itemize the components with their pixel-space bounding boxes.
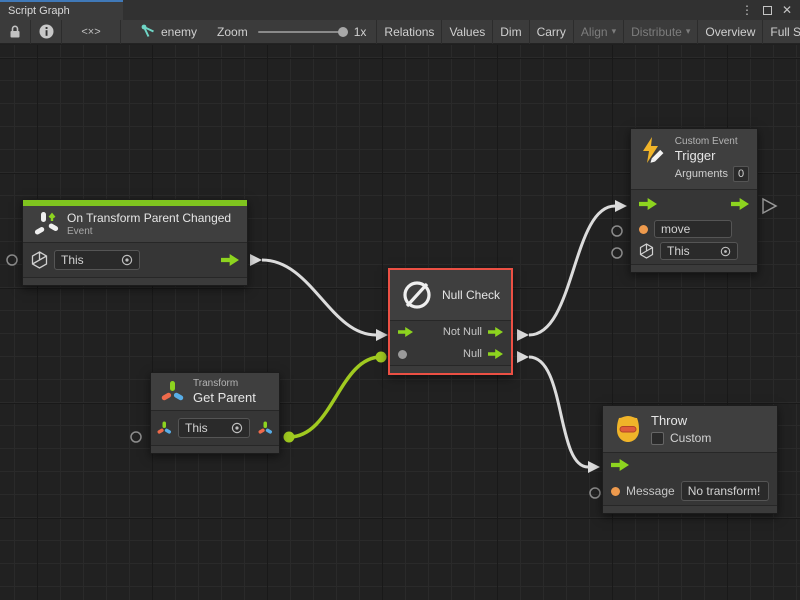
wire-getparent-to-nullcheck[interactable] (284, 352, 387, 443)
message-label: Message (626, 484, 675, 498)
kebab-menu-icon[interactable]: ⋮ (741, 3, 753, 17)
node-category: Transform (193, 378, 256, 389)
node-footer (390, 365, 511, 373)
node-title: Get Parent (193, 390, 256, 405)
node-header: Throw Custom (603, 406, 777, 453)
control-output-port[interactable] (221, 254, 239, 266)
wire-notnull-to-trigger[interactable] (517, 200, 627, 341)
control-output-port-not-null[interactable] (488, 327, 503, 337)
node-get-parent[interactable]: Transform Get Parent This (150, 372, 280, 454)
graph-canvas[interactable]: On Transform Parent Changed Event This (0, 45, 800, 600)
close-icon[interactable]: ✕ (782, 3, 792, 17)
unity-visual-scripting-window: Script Graph ⋮ ✕ <×> (0, 0, 800, 600)
dim-button[interactable]: Dim (493, 20, 528, 44)
object-picker-icon[interactable] (121, 254, 133, 266)
transform-output-port-icon[interactable] (258, 421, 273, 436)
maximize-icon[interactable] (763, 6, 772, 15)
object-picker-icon[interactable] (231, 422, 243, 434)
node-subtitle: Event (67, 226, 231, 237)
node-title: Null Check (442, 288, 500, 302)
arguments-label: Arguments (675, 168, 728, 180)
throw-error-icon (613, 414, 643, 444)
wire-event-to-nullcheck[interactable] (250, 254, 388, 341)
gameobject-cube-icon (31, 251, 48, 269)
node-on-transform-parent-changed[interactable]: On Transform Parent Changed Event This (22, 199, 248, 286)
control-output-port[interactable] (731, 198, 749, 210)
distribute-dropdown[interactable]: Distribute (624, 20, 697, 44)
fullscreen-button[interactable]: Full Screen (763, 20, 800, 44)
string-input-port[interactable] (611, 487, 620, 496)
node-header: Null Check (390, 270, 511, 321)
graph-toolbar: <×> enemy Zoom 1x Relations Values Dim C… (0, 20, 800, 44)
tab-title: Script Graph (8, 5, 70, 17)
node-category: Custom Event (675, 136, 749, 147)
zoom-slider[interactable] (258, 31, 348, 33)
node-throw[interactable]: Throw Custom Message No transform! (602, 405, 778, 514)
target-object-field[interactable]: This (660, 242, 738, 260)
node-footer (151, 445, 279, 453)
port-label: Null (463, 348, 482, 360)
transform-icon (161, 380, 185, 404)
message-field[interactable]: No transform! (681, 481, 769, 501)
unconnected-port[interactable] (7, 255, 17, 265)
code-icon: <×> (81, 26, 100, 38)
node-footer (631, 264, 757, 272)
unconnected-port[interactable] (612, 248, 622, 258)
relations-button[interactable]: Relations (377, 20, 441, 44)
unconnected-port[interactable] (131, 432, 141, 442)
custom-checkbox-label: Custom (670, 431, 711, 445)
target-object-field[interactable]: This (54, 250, 140, 270)
control-input-port[interactable] (611, 459, 629, 471)
zoom-value: 1x (354, 25, 367, 39)
graph-name: enemy (161, 25, 197, 39)
tab-bar: Script Graph ⋮ ✕ (0, 0, 800, 20)
node-title: On Transform Parent Changed (67, 211, 231, 225)
overview-button[interactable]: Overview (698, 20, 762, 44)
tab-script-graph[interactable]: Script Graph (0, 0, 123, 20)
values-button[interactable]: Values (442, 20, 492, 44)
transform-changed-icon (33, 211, 59, 237)
lock-button[interactable] (0, 20, 30, 44)
value-input-port[interactable] (398, 350, 407, 359)
event-name-field[interactable]: move (654, 220, 732, 238)
unconnected-port[interactable] (612, 226, 622, 236)
control-input-port[interactable] (639, 198, 657, 210)
control-output-port-null[interactable] (488, 349, 503, 359)
node-title: Trigger (675, 148, 749, 163)
target-object-field[interactable]: This (178, 418, 250, 438)
node-null-check[interactable]: Null Check Not Null Null (388, 268, 513, 375)
window-controls: ⋮ ✕ (741, 0, 800, 20)
control-input-port[interactable] (398, 327, 413, 337)
node-header: On Transform Parent Changed Event (23, 206, 247, 243)
graph-icon (141, 24, 156, 39)
node-trigger-custom-event[interactable]: Custom Event Trigger Arguments 0 move (630, 128, 758, 273)
object-picker-icon[interactable] (720, 246, 731, 257)
arguments-count-field[interactable]: 0 (733, 166, 749, 182)
carry-button[interactable]: Carry (530, 20, 573, 44)
node-title: Throw (651, 413, 711, 428)
code-view-button[interactable]: <×> (62, 20, 120, 44)
unconnected-port[interactable] (590, 488, 600, 498)
node-footer (23, 277, 247, 285)
zoom-control: Zoom 1x (207, 25, 376, 39)
graph-reference[interactable]: enemy (121, 24, 207, 39)
gameobject-cube-icon (639, 243, 654, 259)
info-button[interactable] (31, 20, 61, 44)
unconnected-output-port[interactable] (763, 199, 776, 213)
string-input-port[interactable] (639, 225, 648, 234)
info-icon (39, 24, 54, 39)
node-header: Custom Event Trigger Arguments 0 (631, 129, 757, 190)
custom-event-icon (639, 136, 667, 168)
node-footer (603, 505, 777, 513)
transform-port-icon[interactable] (157, 421, 172, 436)
zoom-slider-thumb[interactable] (338, 27, 348, 37)
node-header: Transform Get Parent (151, 373, 279, 411)
lock-icon (8, 24, 22, 39)
port-label: Not Null (443, 326, 482, 338)
zoom-label: Zoom (217, 25, 248, 39)
null-check-icon (400, 278, 434, 312)
align-dropdown[interactable]: Align (574, 20, 623, 44)
custom-checkbox[interactable] (651, 432, 664, 445)
wire-null-to-throw[interactable] (517, 351, 600, 473)
